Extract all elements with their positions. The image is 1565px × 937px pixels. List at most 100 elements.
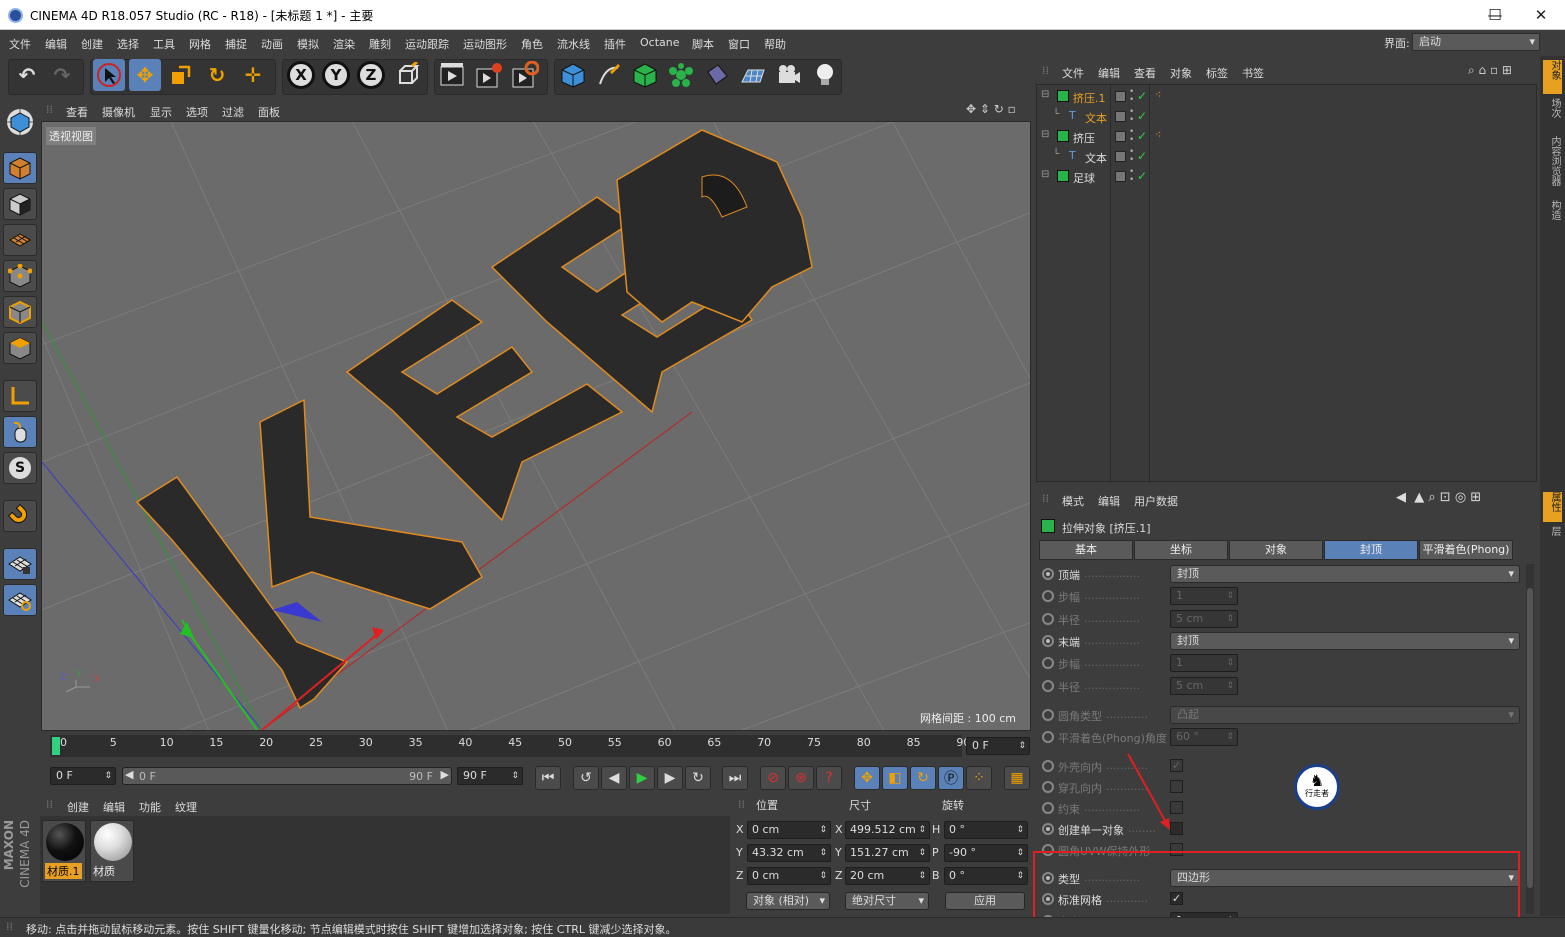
animate-radio-icon[interactable] <box>1042 613 1054 625</box>
position-y-input[interactable]: 43.32 cm <box>747 844 831 862</box>
menu-plugins[interactable]: 插件 <box>604 36 626 52</box>
visibility-dots-icon[interactable]: • • <box>1129 88 1134 105</box>
attr-menu-mode[interactable]: 模式 <box>1062 493 1084 509</box>
cube-primitive-icon[interactable] <box>557 59 589 91</box>
menu-window[interactable]: 窗口 <box>728 36 750 52</box>
redo-icon[interactable]: ↷ <box>46 59 78 91</box>
axis-mode-icon[interactable] <box>3 380 37 412</box>
start-frame-input[interactable]: 0 F <box>50 767 116 785</box>
play-icon[interactable]: ▶ <box>629 766 655 790</box>
attr-menu-edit[interactable]: 编辑 <box>1098 493 1120 509</box>
spline-pen-icon[interactable] <box>593 59 625 91</box>
animate-radio-icon[interactable] <box>1042 568 1054 580</box>
points-mode-icon[interactable] <box>3 260 37 292</box>
position-z-input[interactable]: 0 cm <box>747 867 831 885</box>
enabled-check-icon[interactable]: ✓ <box>1137 89 1147 103</box>
menu-octane[interactable]: Octane <box>640 36 680 49</box>
animate-radio-icon[interactable] <box>1042 781 1054 793</box>
menu-animate[interactable]: 动画 <box>261 36 283 52</box>
layer-icon[interactable] <box>1115 111 1126 122</box>
snap-magnet-icon[interactable] <box>3 500 37 532</box>
solo-mode-icon[interactable]: S <box>3 452 37 484</box>
object-search-icon[interactable]: ⌕ ⌂ ▫ ⊞ <box>1468 63 1512 78</box>
current-frame-input[interactable]: 0 F <box>966 737 1030 755</box>
menu-tools[interactable]: 工具 <box>153 36 175 52</box>
object-name[interactable]: 挤压 <box>1073 130 1095 146</box>
object-row[interactable]: ⊟ 足球 • • ✓ <box>1037 167 1537 187</box>
scale-tool-icon[interactable] <box>165 59 197 91</box>
menu-sculpt[interactable]: 雕刻 <box>369 36 391 52</box>
menu-character[interactable]: 角色 <box>521 36 543 52</box>
end-frame-input[interactable]: 90 F <box>457 767 523 785</box>
render-picture-viewer-icon[interactable] <box>473 59 505 91</box>
floor-icon[interactable] <box>737 59 769 91</box>
viewport-menu-panel[interactable]: 面板 <box>258 104 280 120</box>
slider-right-handle[interactable]: ▶ <box>441 768 449 781</box>
attr-dropdown[interactable]: 封顶 <box>1170 565 1520 583</box>
size-x-input[interactable]: 499.512 cm <box>845 821 930 839</box>
side-tab-content-browser[interactable]: 内容浏览器 <box>1543 136 1562 196</box>
add-tool-icon[interactable]: ✛ <box>237 59 269 91</box>
material-menu-texture[interactable]: 纹理 <box>175 799 197 815</box>
attr-number-input[interactable]: 5 cm <box>1170 677 1238 695</box>
menu-create[interactable]: 创建 <box>81 36 103 52</box>
menu-mograph[interactable]: 运动图形 <box>463 36 507 52</box>
object-row[interactable]: ⊟ 挤压.1 • • ✓ ⁖ <box>1037 87 1537 107</box>
material-menu-create[interactable]: 创建 <box>67 799 89 815</box>
viewport-menu-camera[interactable]: 摄像机 <box>102 104 135 120</box>
render-view-icon[interactable] <box>437 59 469 91</box>
rotation-p-input[interactable]: -90 ° <box>944 844 1028 862</box>
animate-radio-icon[interactable] <box>1042 731 1054 743</box>
attr-tab[interactable]: 对象 <box>1229 540 1323 560</box>
side-tab-objects[interactable]: 对象 <box>1543 60 1562 94</box>
select-tool-icon[interactable] <box>93 59 125 91</box>
enabled-check-icon[interactable]: ✓ <box>1137 129 1147 143</box>
position-x-input[interactable]: 0 cm <box>747 821 831 839</box>
side-tab-takes[interactable]: 场次 <box>1543 98 1562 132</box>
maximize-button[interactable]: ☐ <box>1473 0 1517 30</box>
rotation-h-input[interactable]: 0 ° <box>944 821 1028 839</box>
enabled-check-icon[interactable]: ✓ <box>1137 169 1147 183</box>
prev-key-icon[interactable]: ↺ <box>573 766 599 790</box>
animate-radio-icon[interactable] <box>1042 802 1054 814</box>
object-row[interactable]: └ T 文本 • • ✓ <box>1037 147 1537 167</box>
prev-frame-icon[interactable]: ◀ <box>601 766 627 790</box>
viewport-menu-options[interactable]: 选项 <box>186 104 208 120</box>
object-name[interactable]: 足球 <box>1073 170 1095 186</box>
viewport-menu-view[interactable]: 查看 <box>66 104 88 120</box>
attr-scrollbar[interactable] <box>1526 564 1534 914</box>
layer-icon[interactable] <box>1115 91 1126 102</box>
layer-icon[interactable] <box>1115 151 1126 162</box>
layer-icon[interactable] <box>1115 171 1126 182</box>
visibility-dots-icon[interactable]: • • <box>1129 148 1134 165</box>
size-z-input[interactable]: 20 cm <box>845 867 930 885</box>
object-menu-objects[interactable]: 对象 <box>1170 65 1192 81</box>
menu-select[interactable]: 选择 <box>117 36 139 52</box>
animate-radio-icon[interactable] <box>1042 680 1054 692</box>
go-to-start-icon[interactable]: ⏮ <box>535 766 561 790</box>
timeline-ruler[interactable] <box>50 735 962 757</box>
object-row[interactable]: ⊟ 挤压 • • ✓ ⁖ <box>1037 127 1537 147</box>
model-mode-icon[interactable] <box>3 152 37 184</box>
coordinate-system-icon[interactable] <box>392 59 424 91</box>
attr-number-input[interactable]: 60 ° <box>1170 728 1238 746</box>
key-point-level-icon[interactable]: ⁘ <box>966 766 992 790</box>
cloner-icon[interactable] <box>665 59 697 91</box>
auto-key-icon[interactable]: ⊛ <box>788 766 814 790</box>
attr-dropdown[interactable]: 凸起 <box>1170 706 1520 724</box>
make-editable-icon[interactable] <box>3 106 37 138</box>
object-menu-view[interactable]: 查看 <box>1134 65 1156 81</box>
coord-mode-dropdown[interactable]: 对象 (相对) <box>746 892 830 910</box>
workplane-lock-icon[interactable] <box>3 548 37 580</box>
size-mode-dropdown[interactable]: 绝对尺寸 <box>845 892 929 910</box>
tweak-mode-icon[interactable] <box>3 416 37 448</box>
menu-simulate[interactable]: 模拟 <box>297 36 319 52</box>
material-swatch[interactable]: 材质 <box>90 820 134 882</box>
expand-icon[interactable]: ⊟ <box>1041 89 1049 100</box>
menu-file[interactable]: 文件 <box>9 36 31 52</box>
viewport-menu-filter[interactable]: 过滤 <box>222 104 244 120</box>
menu-script[interactable]: 脚本 <box>692 36 714 52</box>
workplane-mode-icon[interactable] <box>3 224 37 256</box>
key-parameter-icon[interactable]: Ⓟ <box>938 766 964 790</box>
keyframe-selection-icon[interactable]: ? <box>816 766 842 790</box>
